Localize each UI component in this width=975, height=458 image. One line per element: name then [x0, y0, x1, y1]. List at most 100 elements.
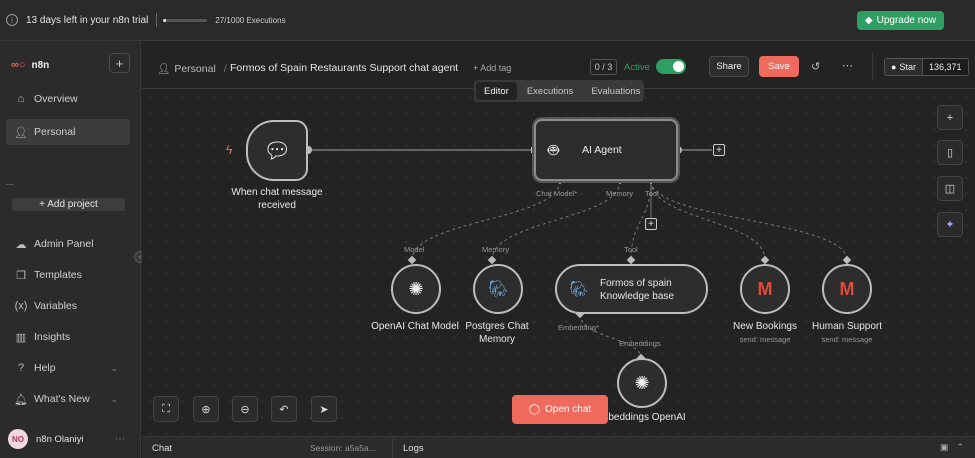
postgres-icon: 🐘︎ [487, 281, 509, 298]
node-chat-trigger[interactable]: 💬︎ [246, 120, 308, 181]
trigger-label: When chat message received [222, 186, 332, 212]
add-project-button[interactable]: + Add project [12, 198, 125, 211]
add-node-panel-button[interactable]: + [937, 105, 963, 130]
port-diamond [760, 255, 770, 265]
port-label-memory: Memory [606, 189, 634, 198]
select-tool-button[interactable]: ➤ [311, 396, 337, 422]
node-postgres-memory[interactable]: 🐘︎ [473, 264, 523, 314]
chat-bubble-icon: ◯ [528, 404, 541, 415]
trigger-bolt-icon: ϟ [226, 143, 233, 157]
fit-view-icon: ⛶ [162, 402, 170, 415]
panel-icon: ◫ [944, 183, 956, 195]
user-menu[interactable]: NO n8n Olaniyi [8, 429, 84, 449]
upgrade-button[interactable]: ◆ Upgrade now [857, 11, 944, 30]
postgres-label: Postgres Chat Memory [447, 320, 547, 346]
port-diamond [487, 255, 497, 265]
more-options-icon[interactable]: ⋯ [115, 434, 125, 445]
tab-executions[interactable]: Executions [519, 82, 581, 100]
node-embeddings-openai[interactable]: ✺ [617, 358, 667, 408]
sidebar-item-overview[interactable]: ⌂ Overview [6, 86, 130, 112]
github-star-button[interactable]: ● Star 136,371 [884, 58, 969, 76]
toggle-knob [673, 61, 684, 72]
connection-embedding [579, 313, 642, 359]
panel-controls-icon[interactable]: ▣⌃ [940, 442, 972, 453]
agent-title: AI Agent [582, 144, 622, 156]
sidebar-item-help[interactable]: ? Help ⌄ [6, 355, 130, 381]
port-diamond [842, 255, 852, 265]
connection-tool-support [650, 180, 848, 261]
sidebar-item-label: Overview [34, 93, 78, 105]
more-options-icon[interactable]: ⋯ [842, 59, 853, 72]
undo-button[interactable]: ↶ [271, 396, 297, 422]
zoom-in-icon: ⊕ [201, 403, 211, 416]
trigger-label-line: When chat message [231, 187, 323, 198]
plus-icon: + [946, 111, 954, 124]
workflow-canvas[interactable]: ϟ 💬︎ When chat message received 🤖︎ AI Ag… [142, 90, 975, 436]
sidebar-item-insights[interactable]: ▥ Insights [6, 324, 130, 350]
sidebar-item-label: Personal [34, 126, 76, 138]
github-star-label: Star [899, 62, 916, 72]
postgres-icon: 🐘︎ [569, 281, 589, 298]
avatar: NO [8, 429, 28, 449]
open-chat-button[interactable]: ◯ Open chat [512, 395, 608, 424]
user-icon: 👤︎ [14, 126, 28, 139]
tab-editor[interactable]: Editor [476, 82, 517, 100]
sidebar-item-variables[interactable]: (x) Variables [6, 293, 130, 319]
sidebar-item-label: What's New [34, 393, 90, 405]
fit-view-button[interactable]: ⛶ [153, 396, 179, 422]
port-diamond [626, 255, 636, 265]
add-tag-button[interactable]: + Add tag [473, 63, 511, 73]
workflow-name[interactable]: Formos of Spain Restaurants Support chat… [230, 62, 458, 74]
share-button[interactable]: Share [709, 56, 749, 77]
openai-icon: ✺ [634, 372, 650, 393]
sticky-note-button[interactable]: ▯ [937, 140, 963, 165]
chat-bubbles-icon: 💬︎ [263, 137, 291, 163]
breadcrumb[interactable]: 👤︎ Personal / [157, 62, 231, 76]
bottom-panel-bar: Chat Session: a5a5a... Logs ▣⌃ [142, 436, 975, 458]
sidebar-item-admin-panel[interactable]: ☁ Admin Panel [6, 231, 130, 257]
node-human-support[interactable]: M [822, 264, 872, 314]
user-name: n8n Olaniyi [36, 433, 84, 445]
port-label-memory-node: Memory [482, 245, 510, 254]
port-label-tool: Tool [645, 189, 659, 198]
node-new-bookings[interactable]: M [740, 264, 790, 314]
sparkle-icon: ✦ [945, 219, 955, 231]
create-button[interactable]: + [109, 53, 130, 73]
active-toggle[interactable] [656, 59, 686, 74]
evaluation-counter: 0 / 3 [590, 59, 617, 75]
upgrade-label: Upgrade now [876, 15, 937, 26]
bell-icon: 🔔︎ [14, 393, 28, 406]
templates-icon: ❒ [16, 269, 26, 282]
logs-panel-tab[interactable]: Logs [403, 443, 424, 454]
toggle-panel-button[interactable]: ◫ [937, 176, 963, 201]
zoom-out-button[interactable]: ⊖ [232, 396, 258, 422]
add-node-button[interactable]: + [713, 144, 725, 156]
sidebar-item-whats-new[interactable]: 🔔︎ What's New ⌄ [6, 386, 130, 412]
sidebar-item-personal[interactable]: 👤︎ Personal [6, 119, 130, 145]
node-openai-chat-model[interactable]: ✺ [391, 264, 441, 314]
ai-assistant-button[interactable]: ✦ [937, 212, 963, 237]
history-icon[interactable]: ↺ [811, 60, 820, 73]
embeddings-label: beddings OpenAI [608, 412, 686, 423]
port-label-embedding: Embedding* [558, 323, 599, 332]
tab-evaluations[interactable]: Evaluations [583, 82, 648, 100]
session-id: Session: a5a5a... [310, 443, 376, 453]
executions-count: 27/1000 Executions [215, 15, 286, 25]
sidebar-item-templates[interactable]: ❒ Templates [6, 262, 130, 288]
trigger-label-line: received [258, 200, 296, 211]
add-tool-button[interactable]: + [645, 218, 657, 230]
info-icon: i [6, 14, 18, 26]
chat-panel-tab[interactable]: Chat [152, 443, 172, 454]
sidebar-item-label: Help [34, 362, 56, 374]
zoom-in-button[interactable]: ⊕ [193, 396, 219, 422]
sidebar-item-label: Variables [34, 300, 77, 312]
brand-logo[interactable]: ∞○ n8n [11, 59, 49, 71]
zoom-out-icon: ⊖ [240, 403, 250, 416]
save-button[interactable]: Save [759, 56, 799, 77]
divider [6, 184, 14, 185]
divider [156, 13, 158, 27]
breadcrumb-project: Personal [174, 62, 216, 75]
port-label-embeddings: Embeddings [619, 339, 661, 348]
gmail-icon: M [839, 278, 855, 299]
executions-progress [163, 18, 208, 22]
